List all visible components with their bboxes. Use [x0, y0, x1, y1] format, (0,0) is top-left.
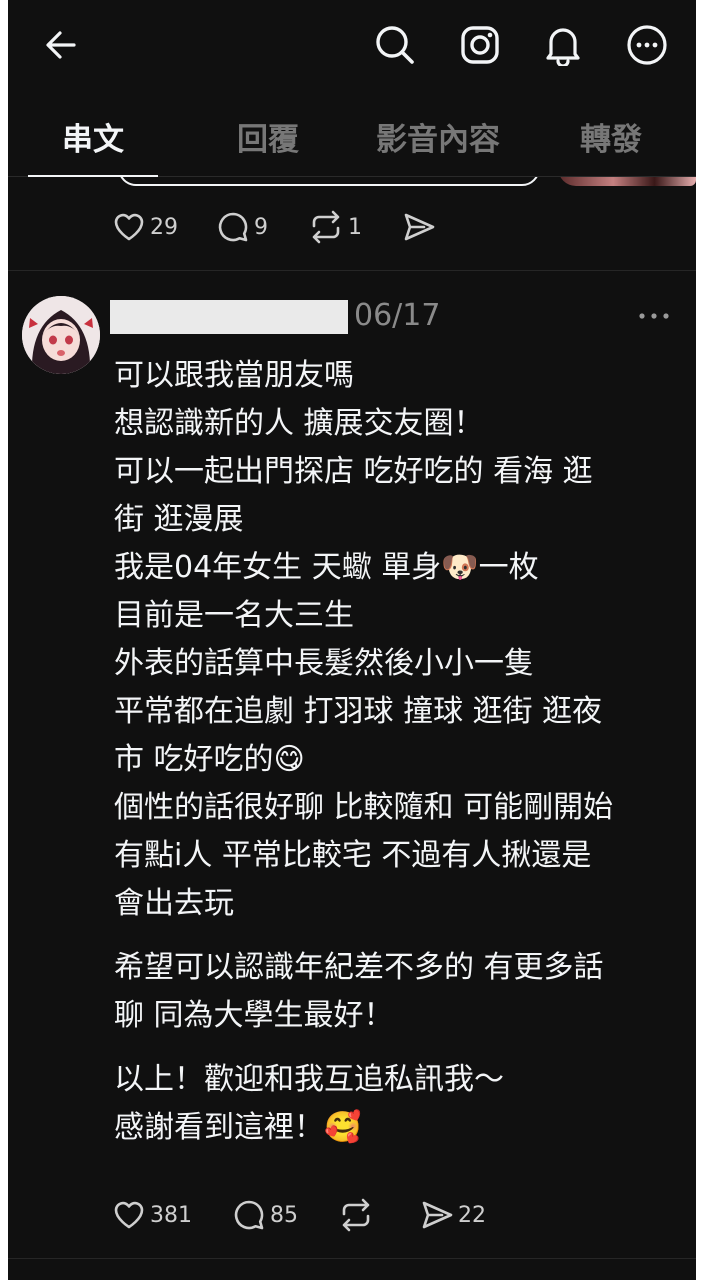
post-line: 會出去玩	[114, 886, 234, 921]
comment-button[interactable]: 9	[216, 210, 268, 244]
comment-button[interactable]: 85	[232, 1198, 298, 1232]
avatar[interactable]	[22, 296, 100, 374]
like-button[interactable]: 381	[112, 1198, 192, 1232]
profile-tabs: 串文 回覆 影音內容 轉發	[8, 95, 696, 177]
previous-post-actions: 29 9 1	[112, 210, 436, 244]
tab-replies[interactable]: 回覆	[198, 95, 338, 177]
post-line: 感謝看到這裡！🥰	[114, 1110, 362, 1145]
like-count: 381	[150, 1202, 192, 1228]
share-count: 22	[458, 1202, 486, 1228]
post-line: 平常都在追劇 打羽球 撞球 逛街 逛夜	[114, 694, 603, 729]
repost-button[interactable]: 1	[308, 210, 362, 244]
post-line: 我是04年女生 天蠍 單身🐶一枚	[114, 550, 539, 585]
post-line: 目前是一名大三生	[114, 598, 354, 633]
heart-icon	[114, 213, 144, 241]
post-more-button[interactable]	[636, 304, 672, 328]
post-line: 想認識新的人 擴展交友圈！	[114, 406, 484, 441]
comment-count: 85	[270, 1202, 298, 1228]
post-line: 聊 同為大學生最好！	[114, 998, 394, 1033]
post-line: 希望可以認識年紀差不多的 有更多話	[114, 950, 604, 985]
more-circle-icon	[627, 25, 667, 65]
bell-icon	[546, 28, 580, 66]
post-actions: 381 85 22	[112, 1198, 486, 1232]
instagram-icon	[461, 26, 499, 64]
tab-media[interactable]: 影音內容	[358, 95, 518, 177]
comment-icon	[234, 1200, 264, 1230]
more-horizontal-icon	[639, 313, 669, 319]
repost-count: 1	[348, 214, 362, 240]
post-date: 06/17	[354, 298, 441, 333]
share-icon	[422, 1201, 453, 1229]
post-line: 市 吃好吃的😋	[114, 742, 305, 777]
post-divider	[8, 270, 696, 271]
more-options-button[interactable]	[624, 22, 670, 68]
post-line: 街 逛漫展	[114, 502, 244, 537]
comment-icon	[218, 212, 248, 242]
post-line: 外表的話算中長髮然後小小一隻	[114, 646, 534, 681]
profile-screen: 串文 回覆 影音內容 轉發 29 9 1 06/17 可以跟我當朋友嗎 想認識新…	[8, 0, 696, 1280]
share-button[interactable]: 22	[420, 1198, 486, 1232]
like-button[interactable]: 29	[112, 210, 178, 244]
repost-button[interactable]	[338, 1198, 374, 1232]
top-bar	[8, 0, 696, 95]
share-button[interactable]	[402, 210, 436, 244]
tab-reposts[interactable]: 轉發	[538, 95, 684, 177]
repost-icon	[342, 1198, 370, 1232]
arrow-left-icon	[46, 31, 76, 59]
post-line: 有點i人 平常比較宅 不過有人揪還是	[114, 838, 592, 873]
active-tab-indicator	[28, 175, 158, 177]
back-button[interactable]	[38, 22, 84, 68]
username-redacted[interactable]	[110, 300, 348, 334]
post-line: 個性的話很好聊 比較隨和 可能剛開始	[114, 790, 614, 825]
instagram-button[interactable]	[457, 22, 503, 68]
notifications-button[interactable]	[540, 22, 586, 68]
like-count: 29	[150, 214, 178, 240]
comment-count: 9	[254, 214, 268, 240]
search-icon	[376, 26, 414, 64]
post-line: 以上！歡迎和我互追私訊我～	[114, 1062, 504, 1097]
search-button[interactable]	[372, 22, 418, 68]
tab-threads[interactable]: 串文	[28, 95, 158, 177]
repost-icon	[312, 210, 340, 244]
share-icon	[404, 213, 435, 241]
heart-icon	[114, 1201, 144, 1229]
post-line: 可以跟我當朋友嗎	[114, 358, 354, 393]
post-divider	[8, 1258, 696, 1259]
post-line: 可以一起出門探店 吃好吃的 看海 逛	[114, 454, 593, 489]
post-body: 可以跟我當朋友嗎 想認識新的人 擴展交友圈！ 可以一起出門探店 吃好吃的 看海 …	[114, 352, 684, 1152]
